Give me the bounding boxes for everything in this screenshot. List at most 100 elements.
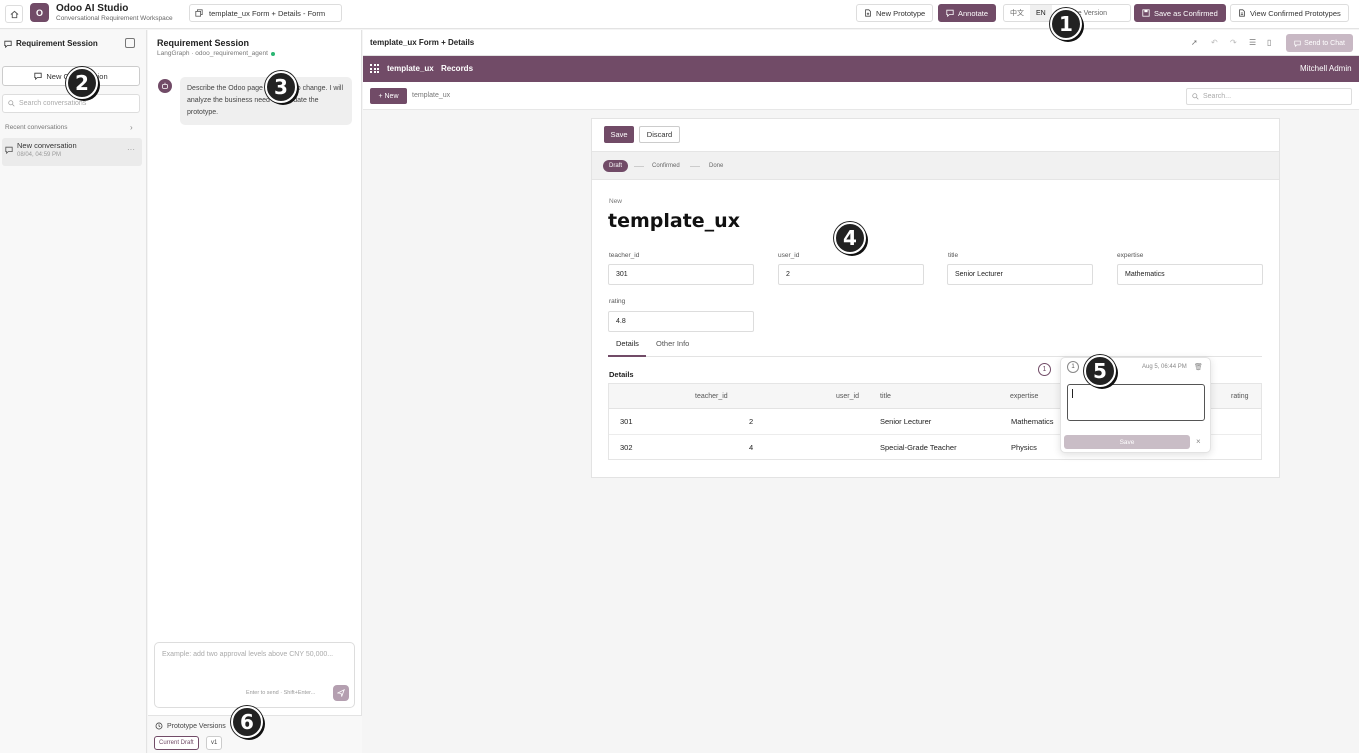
book-icon[interactable]: ▯	[1267, 38, 1271, 47]
copy-icon	[195, 9, 203, 17]
annotation-save-button[interactable]: Save	[1064, 435, 1190, 449]
lang-zh[interactable]: 中文	[1004, 5, 1030, 21]
table-cell[interactable]: Senior Lecturer	[880, 417, 931, 426]
stage-done[interactable]: Done	[703, 160, 729, 172]
field-rating[interactable]: 4.8	[608, 311, 754, 332]
app-subtitle: Conversational Requirement Workspace	[56, 15, 173, 22]
sidebar-header: Requirement Session	[4, 39, 98, 48]
field-label-expertise: expertise	[1117, 252, 1144, 259]
callout-3: 3	[265, 71, 297, 103]
annotation-marker[interactable]: 1	[1038, 363, 1051, 376]
field-label-title: title	[948, 252, 959, 259]
record-search-input[interactable]: Search...	[1186, 88, 1352, 105]
document-icon	[1239, 9, 1245, 17]
search-conversations-input[interactable]: Search conversations	[2, 94, 140, 113]
send-button[interactable]	[333, 685, 349, 701]
send-to-chat-button[interactable]: Send to Chat	[1286, 34, 1353, 52]
redo-icon[interactable]: ↷	[1230, 38, 1237, 47]
col-header-title[interactable]: title	[880, 393, 891, 400]
text-caret	[1072, 389, 1073, 398]
list-icon[interactable]: ☰	[1249, 38, 1256, 47]
preview-header	[363, 30, 1359, 56]
nav-user[interactable]: Mitchell Admin	[1300, 64, 1352, 73]
search-placeholder: Search conversations	[19, 100, 87, 107]
field-label-rating: rating	[609, 298, 626, 305]
table-cell[interactable]: 301	[620, 417, 633, 426]
col-header-teacher-id[interactable]: teacher_id	[695, 393, 728, 400]
record-search-placeholder: Search...	[1203, 93, 1232, 100]
nav-records-menu[interactable]: Records	[441, 64, 473, 73]
col-header-rating[interactable]: rating	[1231, 393, 1249, 400]
annotation-time: Aug 5, 06:44 PM	[1142, 364, 1187, 370]
col-header-expertise[interactable]: expertise	[1010, 393, 1038, 400]
file-plus-icon	[865, 9, 871, 17]
annotate-button[interactable]: Annotate	[938, 4, 997, 22]
new-record-button[interactable]: + New	[370, 88, 407, 104]
tab-other-info[interactable]: Other Info	[656, 339, 689, 348]
app-title: Odoo AI Studio	[56, 3, 129, 14]
table-cell[interactable]: 4	[749, 443, 753, 452]
table-cell[interactable]: Physics	[1011, 443, 1037, 452]
tab-details[interactable]: Details	[616, 339, 639, 348]
chat-icon	[5, 146, 13, 154]
stage-separator	[690, 166, 700, 167]
app-logo: O	[30, 3, 49, 22]
annotation-textarea[interactable]	[1067, 384, 1205, 421]
table-cell[interactable]: 2	[749, 417, 753, 426]
nav-app-name[interactable]: template_ux	[387, 64, 434, 73]
table-cell[interactable]: Mathematics	[1011, 417, 1054, 426]
search-icon	[8, 100, 15, 107]
discard-button[interactable]: Discard	[639, 126, 680, 143]
record-status: New	[609, 198, 623, 205]
callout-6: 6	[231, 706, 263, 738]
field-teacher-id[interactable]: 301	[608, 264, 754, 285]
odoo-navbar	[363, 56, 1359, 82]
breadcrumb[interactable]: template_ux	[412, 92, 450, 99]
table-cell[interactable]: 302	[620, 443, 633, 452]
preview-title: template_ux Form + Details	[370, 38, 475, 47]
stage-confirmed[interactable]: Confirmed	[646, 160, 686, 172]
stage-draft[interactable]: Draft	[603, 160, 629, 172]
conversation-time: 08/04, 04:59 PM	[17, 152, 62, 158]
lang-en[interactable]: EN	[1030, 5, 1052, 21]
chevron-right-icon[interactable]: ›	[130, 123, 133, 132]
template-select-value: template_ux Form + Details - Form	[209, 8, 326, 18]
field-expertise[interactable]: Mathematics	[1117, 264, 1263, 285]
history-icon	[155, 722, 163, 730]
trash-icon[interactable]: 🗑	[1194, 363, 1203, 371]
record-title: template_ux	[608, 210, 740, 232]
version-chip-v1[interactable]: v1	[206, 736, 223, 750]
close-icon[interactable]: ×	[1196, 437, 1201, 446]
view-confirmed-button[interactable]: View Confirmed Prototypes	[1230, 4, 1349, 22]
versions-header: Prototype Versions	[155, 722, 226, 730]
bot-avatar	[158, 79, 172, 93]
save-button[interactable]: Save	[604, 126, 634, 143]
home-button[interactable]	[5, 5, 23, 23]
recent-label: Recent conversations	[5, 124, 68, 131]
table-cell[interactable]: Special-Grade Teacher	[880, 443, 957, 452]
callout-5: 5	[1084, 355, 1116, 387]
col-header-user-id[interactable]: user_id	[836, 393, 859, 400]
new-prototype-button[interactable]: New Prototype	[856, 4, 934, 22]
collapse-sidebar-icon[interactable]	[125, 38, 135, 48]
app-grid-icon[interactable]	[370, 64, 379, 73]
pointer-icon[interactable]: ➚	[1191, 38, 1198, 47]
version-chip-current[interactable]: Current Draft	[154, 736, 199, 750]
details-section-label: Details	[609, 370, 634, 379]
callout-2: 2	[66, 67, 98, 99]
callout-4: 4	[834, 222, 866, 254]
comment-icon	[946, 9, 954, 17]
undo-icon[interactable]: ↶	[1211, 38, 1218, 47]
chat-input-placeholder: Example: add two approval levels above C…	[162, 651, 334, 658]
save-icon	[1142, 9, 1150, 17]
field-title[interactable]: Senior Lecturer	[947, 264, 1093, 285]
annotation-number: 1	[1067, 361, 1079, 373]
more-icon[interactable]: ···	[127, 145, 135, 154]
save-confirmed-button[interactable]: Save as Confirmed	[1134, 4, 1226, 22]
chat-plus-icon	[34, 72, 42, 80]
save-confirmed-label: Save as Confirmed	[1154, 8, 1218, 18]
callout-1: 1	[1050, 8, 1082, 40]
template-select[interactable]: template_ux Form + Details - Form	[189, 4, 342, 22]
field-user-id[interactable]: 2	[778, 264, 924, 285]
home-icon	[10, 10, 18, 18]
